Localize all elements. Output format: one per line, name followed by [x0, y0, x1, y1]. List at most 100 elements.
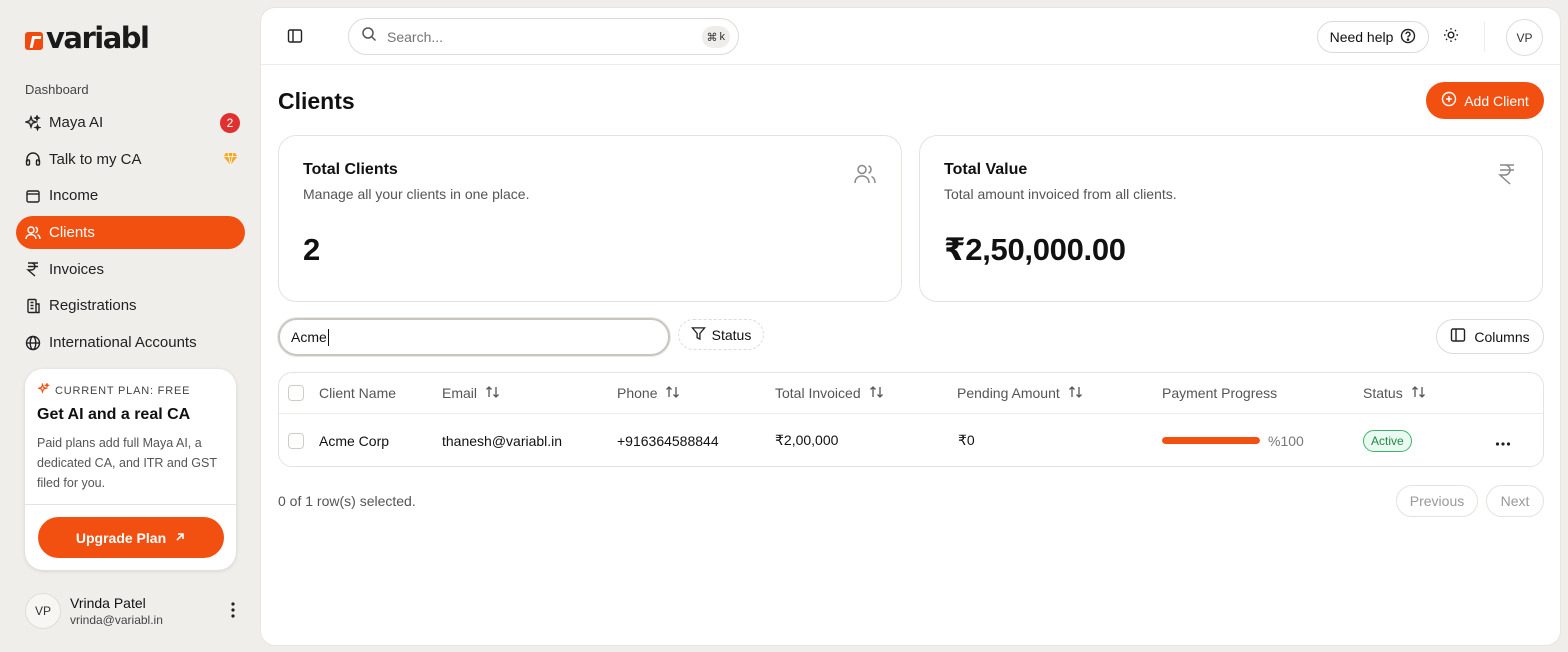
column-label: Payment Progress: [1162, 385, 1278, 401]
search-input[interactable]: [387, 28, 677, 45]
sparkles-icon: [36, 382, 51, 398]
columns-button[interactable]: Columns: [1436, 319, 1544, 354]
column-label: Client Name: [319, 385, 397, 401]
cell-status: Active: [1363, 414, 1412, 467]
add-client-label: Add Client: [1464, 92, 1529, 109]
cell-pending-amount: ₹0: [958, 432, 975, 448]
sidebar-item-talk-to-ca[interactable]: Talk to my CA: [16, 143, 245, 176]
sidebar-toggle-icon[interactable]: [287, 28, 303, 49]
cell-phone: +916364588844: [617, 432, 719, 449]
sidebar-item-international-accounts[interactable]: International Accounts: [16, 326, 245, 359]
main-panel: ⌘ k Need help VP Clients Add Client Tota…: [261, 8, 1560, 645]
text-caret: [327, 328, 329, 346]
sidebar-item-clients[interactable]: Clients: [16, 216, 245, 250]
selection-summary: 0 of 1 row(s) selected.: [278, 493, 416, 509]
users-icon: [853, 162, 877, 191]
more-vertical-icon[interactable]: [231, 602, 235, 623]
stat-subtitle: Total amount invoiced from all clients.: [944, 186, 1177, 202]
next-page-button[interactable]: Next: [1486, 485, 1544, 517]
wallet-icon: [25, 188, 41, 204]
sidebar-item-income[interactable]: Income: [16, 179, 245, 212]
status-filter-button[interactable]: Status: [678, 319, 764, 350]
rupee-icon: [1496, 162, 1518, 191]
brand-logo[interactable]: variabl: [25, 21, 150, 55]
plan-tag: CURRENT PLAN: FREE: [36, 382, 191, 398]
select-all-checkbox[interactable]: [288, 373, 304, 413]
shortcut-key: k: [719, 31, 726, 43]
sun-icon[interactable]: [1443, 27, 1459, 48]
page-title: Clients: [278, 88, 355, 114]
avatar[interactable]: VP: [1506, 19, 1543, 56]
sparkles-icon: [25, 114, 41, 131]
need-help-label: Need help: [1329, 29, 1394, 45]
column-header-status[interactable]: Status: [1363, 373, 1427, 413]
filter-icon: [690, 326, 706, 344]
client-filter-input[interactable]: Acme: [278, 318, 670, 356]
progress-label: %100: [1268, 432, 1304, 449]
rupee-icon: [25, 261, 41, 277]
search-bar[interactable]: ⌘ k: [348, 18, 739, 55]
columns-label: Columns: [1474, 328, 1530, 345]
headphones-icon: [25, 151, 41, 167]
need-help-button[interactable]: Need help: [1317, 21, 1429, 53]
sidebar-item-label: Maya AI: [49, 114, 104, 131]
plan-tag-text: CURRENT PLAN: FREE: [55, 384, 191, 397]
column-header-email[interactable]: Email: [442, 373, 501, 413]
column-label: Pending Amount: [957, 385, 1060, 401]
column-header-pending-amount[interactable]: Pending Amount: [957, 373, 1084, 413]
sort-icon: [665, 385, 681, 402]
plan-divider: [25, 504, 236, 505]
avatar: VP: [25, 593, 61, 629]
users-icon: [25, 225, 41, 241]
logo-mark-icon: [25, 32, 43, 50]
payment-progress-bar: [1162, 437, 1260, 444]
brand-name: variabl: [46, 21, 150, 55]
sidebar-item-registrations[interactable]: Registrations: [16, 289, 245, 322]
command-icon: ⌘: [706, 31, 718, 44]
checkbox-icon: [288, 385, 304, 401]
plan-description: Paid plans add full Maya AI, a dedicated…: [37, 436, 217, 490]
row-actions-button[interactable]: [1495, 414, 1511, 467]
upgrade-plan-button[interactable]: Upgrade Plan: [38, 517, 224, 558]
column-header-payment-progress: Payment Progress: [1162, 373, 1277, 413]
sidebar-item-label: Invoices: [49, 260, 105, 278]
cell-client-name: Acme Corp: [319, 432, 390, 449]
row-checkbox[interactable]: [288, 414, 304, 467]
payment-progress-fill: [1162, 437, 1260, 444]
cell-email: thanesh@variabl.in: [442, 432, 563, 449]
more-horizontal-icon: [1495, 433, 1511, 449]
premium-diamond-icon: [223, 152, 238, 170]
column-header-total-invoiced[interactable]: Total Invoiced: [775, 373, 885, 413]
sidebar-item-maya-ai[interactable]: Maya AI 2: [16, 106, 245, 139]
column-header-client-name: Client Name: [319, 373, 396, 413]
sidebar-item-invoices[interactable]: Invoices: [16, 253, 245, 286]
stat-title: Total Value: [944, 161, 1028, 178]
table-row[interactable]: Acme Corp thanesh@variabl.in +9163645888…: [279, 414, 1543, 467]
notification-badge: 2: [220, 113, 240, 133]
nav-section-label[interactable]: Dashboard: [25, 82, 89, 97]
globe-icon: [25, 335, 41, 351]
user-email: vrinda@variabl.in: [70, 613, 163, 627]
stat-value: 2: [303, 232, 320, 267]
sort-icon: [1068, 385, 1084, 402]
sidebar-nav: Maya AI 2 Talk to my CA Income Clients I…: [16, 106, 245, 363]
search-icon: [361, 26, 377, 47]
upgrade-plan-label: Upgrade Plan: [75, 529, 167, 546]
sidebar-item-label: Clients: [49, 224, 95, 242]
column-label: Status: [1363, 385, 1403, 401]
status-filter-label: Status: [711, 326, 752, 343]
sort-icon: [1411, 385, 1427, 402]
sort-icon: [485, 385, 501, 402]
plan-card: CURRENT PLAN: FREE Get AI and a real CA …: [25, 369, 236, 570]
cell-total-invoiced: ₹2,00,000: [775, 432, 839, 448]
checkbox-icon: [288, 432, 304, 449]
sidebar-item-label: Registrations: [49, 297, 137, 315]
building-icon: [25, 298, 41, 314]
add-client-button[interactable]: Add Client: [1426, 82, 1544, 119]
column-label: Total Invoiced: [775, 385, 861, 401]
cell-payment-progress: %100: [1162, 414, 1304, 467]
column-header-phone[interactable]: Phone: [617, 373, 681, 413]
previous-page-button[interactable]: Previous: [1396, 485, 1478, 517]
table-header: Client Name Email Phone Total Invoiced P…: [279, 373, 1543, 414]
user-profile[interactable]: VP Vrinda Patel vrinda@variabl.in: [25, 592, 243, 630]
